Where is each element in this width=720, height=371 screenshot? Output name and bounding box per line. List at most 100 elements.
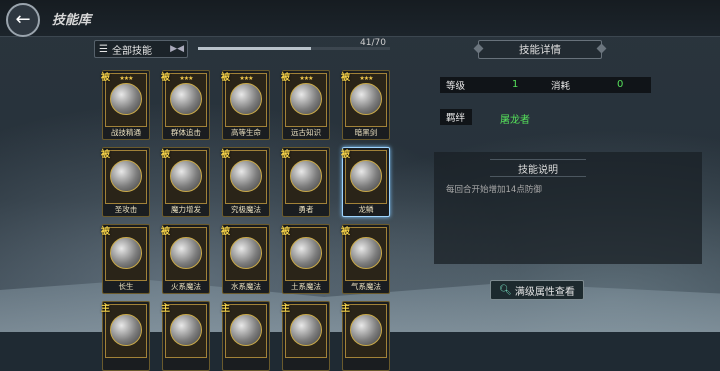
skill-details-title: 技能详情 <box>473 40 607 59</box>
cost-label: 消耗 <box>551 81 571 92</box>
skill-filter-dropdown[interactable]: ☰ 全部技能 ▶◀ <box>94 40 188 58</box>
list-icon: ☰ <box>99 43 108 55</box>
star-rating: ★★★ <box>239 75 253 82</box>
progress-fill <box>198 47 311 50</box>
skill-card[interactable]: 被水系魔法 <box>221 224 270 294</box>
skill-type-tag: 被 <box>281 150 291 160</box>
bond-label: 羁绊 <box>446 113 466 124</box>
skill-card[interactable]: 被勇者 <box>281 147 330 217</box>
skill-card[interactable]: 主 <box>221 301 270 371</box>
skill-icon <box>170 237 202 269</box>
description-title: 技能说明 <box>490 159 586 177</box>
skill-card[interactable]: 主 <box>281 301 330 371</box>
skill-type-tag: 被 <box>101 227 111 237</box>
skill-icon <box>170 314 202 346</box>
skill-icon <box>290 160 322 192</box>
skill-card[interactable]: 被 ★★★ 战技精通 <box>101 70 150 140</box>
skill-card[interactable]: 主 <box>161 301 210 371</box>
max-level-stats-label: 满级属性查看 <box>514 286 575 298</box>
bond-row: 羁绊 <box>440 109 472 125</box>
skill-name: 火系魔法 <box>171 282 201 291</box>
skill-card[interactable]: 被土系魔法 <box>281 224 330 294</box>
skill-icon <box>290 237 322 269</box>
star-rating: ★★★ <box>359 75 373 82</box>
top-bar: ← 技能库 <box>0 0 720 37</box>
skill-name: 龙鳞 <box>358 205 374 214</box>
level-value: 1 <box>512 79 519 90</box>
max-level-stats-button[interactable]: 🔍︎ 满级属性查看 <box>490 280 584 300</box>
skill-icon <box>230 314 262 346</box>
level-row: 等级 <box>440 77 546 93</box>
star-rating: ★★★ <box>299 75 313 82</box>
skill-card[interactable]: 被魔力增发 <box>161 147 210 217</box>
switch-arrows-icon: ▶◀ <box>170 44 184 54</box>
skill-card[interactable]: 被 ★★★ 暗黑剑 <box>341 70 390 140</box>
skill-name: 远古知识 <box>291 128 321 137</box>
back-arrow-icon[interactable]: ← <box>6 3 40 37</box>
skill-icon <box>170 83 202 115</box>
skill-icon <box>350 160 382 192</box>
cost-value: 0 <box>617 79 624 90</box>
skill-type-tag: 被 <box>341 150 351 160</box>
skill-type-tag: 主 <box>281 304 291 314</box>
skill-icon <box>110 160 142 192</box>
skill-card[interactable]: 被究极魔法 <box>221 147 270 217</box>
star-rating: ★★★ <box>179 75 193 82</box>
skill-name: 圣攻击 <box>114 205 138 214</box>
skill-name: 战技精通 <box>111 128 141 137</box>
skill-name: 水系魔法 <box>231 282 261 291</box>
skill-type-tag: 主 <box>161 304 171 314</box>
skill-name: 高等生命 <box>231 128 261 137</box>
skill-name: 暗黑剑 <box>354 128 378 137</box>
skill-name: 魔力增发 <box>171 205 201 214</box>
skill-card[interactable]: 被 ★★★ 远古知识 <box>281 70 330 140</box>
skill-type-tag: 被 <box>221 227 231 237</box>
skill-type-tag: 主 <box>221 304 231 314</box>
details-title-text: 技能详情 <box>519 44 561 56</box>
skill-name: 土系魔法 <box>291 282 321 291</box>
skill-name: 勇者 <box>298 205 314 214</box>
description-text: 每回合开始增加14点防御 <box>446 185 542 195</box>
collection-count: 41/70 <box>360 38 386 48</box>
skill-type-tag: 主 <box>101 304 111 314</box>
magnifier-icon: 🔍︎ <box>499 284 512 296</box>
skill-name: 长生 <box>118 282 134 291</box>
star-rating: ★★★ <box>119 75 133 82</box>
skill-card[interactable]: 被龙鳞 <box>341 147 390 217</box>
skill-name: 群体追击 <box>171 128 201 137</box>
skill-card[interactable]: 主 <box>341 301 390 371</box>
skill-card[interactable]: 被火系魔法 <box>161 224 210 294</box>
skill-icon <box>350 314 382 346</box>
bond-value: 屠龙者 <box>500 115 530 126</box>
skill-icon <box>110 314 142 346</box>
skill-type-tag: 被 <box>161 227 171 237</box>
filter-label: 全部技能 <box>111 45 152 57</box>
skill-icon <box>230 237 262 269</box>
skill-icon <box>230 160 262 192</box>
skill-icon <box>350 237 382 269</box>
skill-icon <box>350 83 382 115</box>
skill-icon <box>110 83 142 115</box>
skill-type-tag: 被 <box>221 150 231 160</box>
skill-type-tag: 被 <box>101 150 111 160</box>
skill-card[interactable]: 被圣攻击 <box>101 147 150 217</box>
skill-card[interactable]: 被气系魔法 <box>341 224 390 294</box>
cost-row: 消耗 <box>545 77 651 93</box>
level-label: 等级 <box>446 81 466 92</box>
skill-type-tag: 被 <box>341 227 351 237</box>
skill-icon <box>290 83 322 115</box>
skill-icon <box>290 314 322 346</box>
skill-icon <box>230 83 262 115</box>
skill-card[interactable]: 主 <box>101 301 150 371</box>
skill-card[interactable]: 被 ★★★ 高等生命 <box>221 70 270 140</box>
skill-icon <box>170 160 202 192</box>
page-title: 技能库 <box>52 13 92 28</box>
skill-type-tag: 被 <box>281 227 291 237</box>
skill-card[interactable]: 被 ★★★ 群体追击 <box>161 70 210 140</box>
skill-icon <box>110 237 142 269</box>
skill-type-tag: 主 <box>341 304 351 314</box>
skill-type-tag: 被 <box>161 150 171 160</box>
skill-card[interactable]: 被长生 <box>101 224 150 294</box>
skill-name: 究极魔法 <box>231 205 261 214</box>
skill-name: 气系魔法 <box>351 282 381 291</box>
